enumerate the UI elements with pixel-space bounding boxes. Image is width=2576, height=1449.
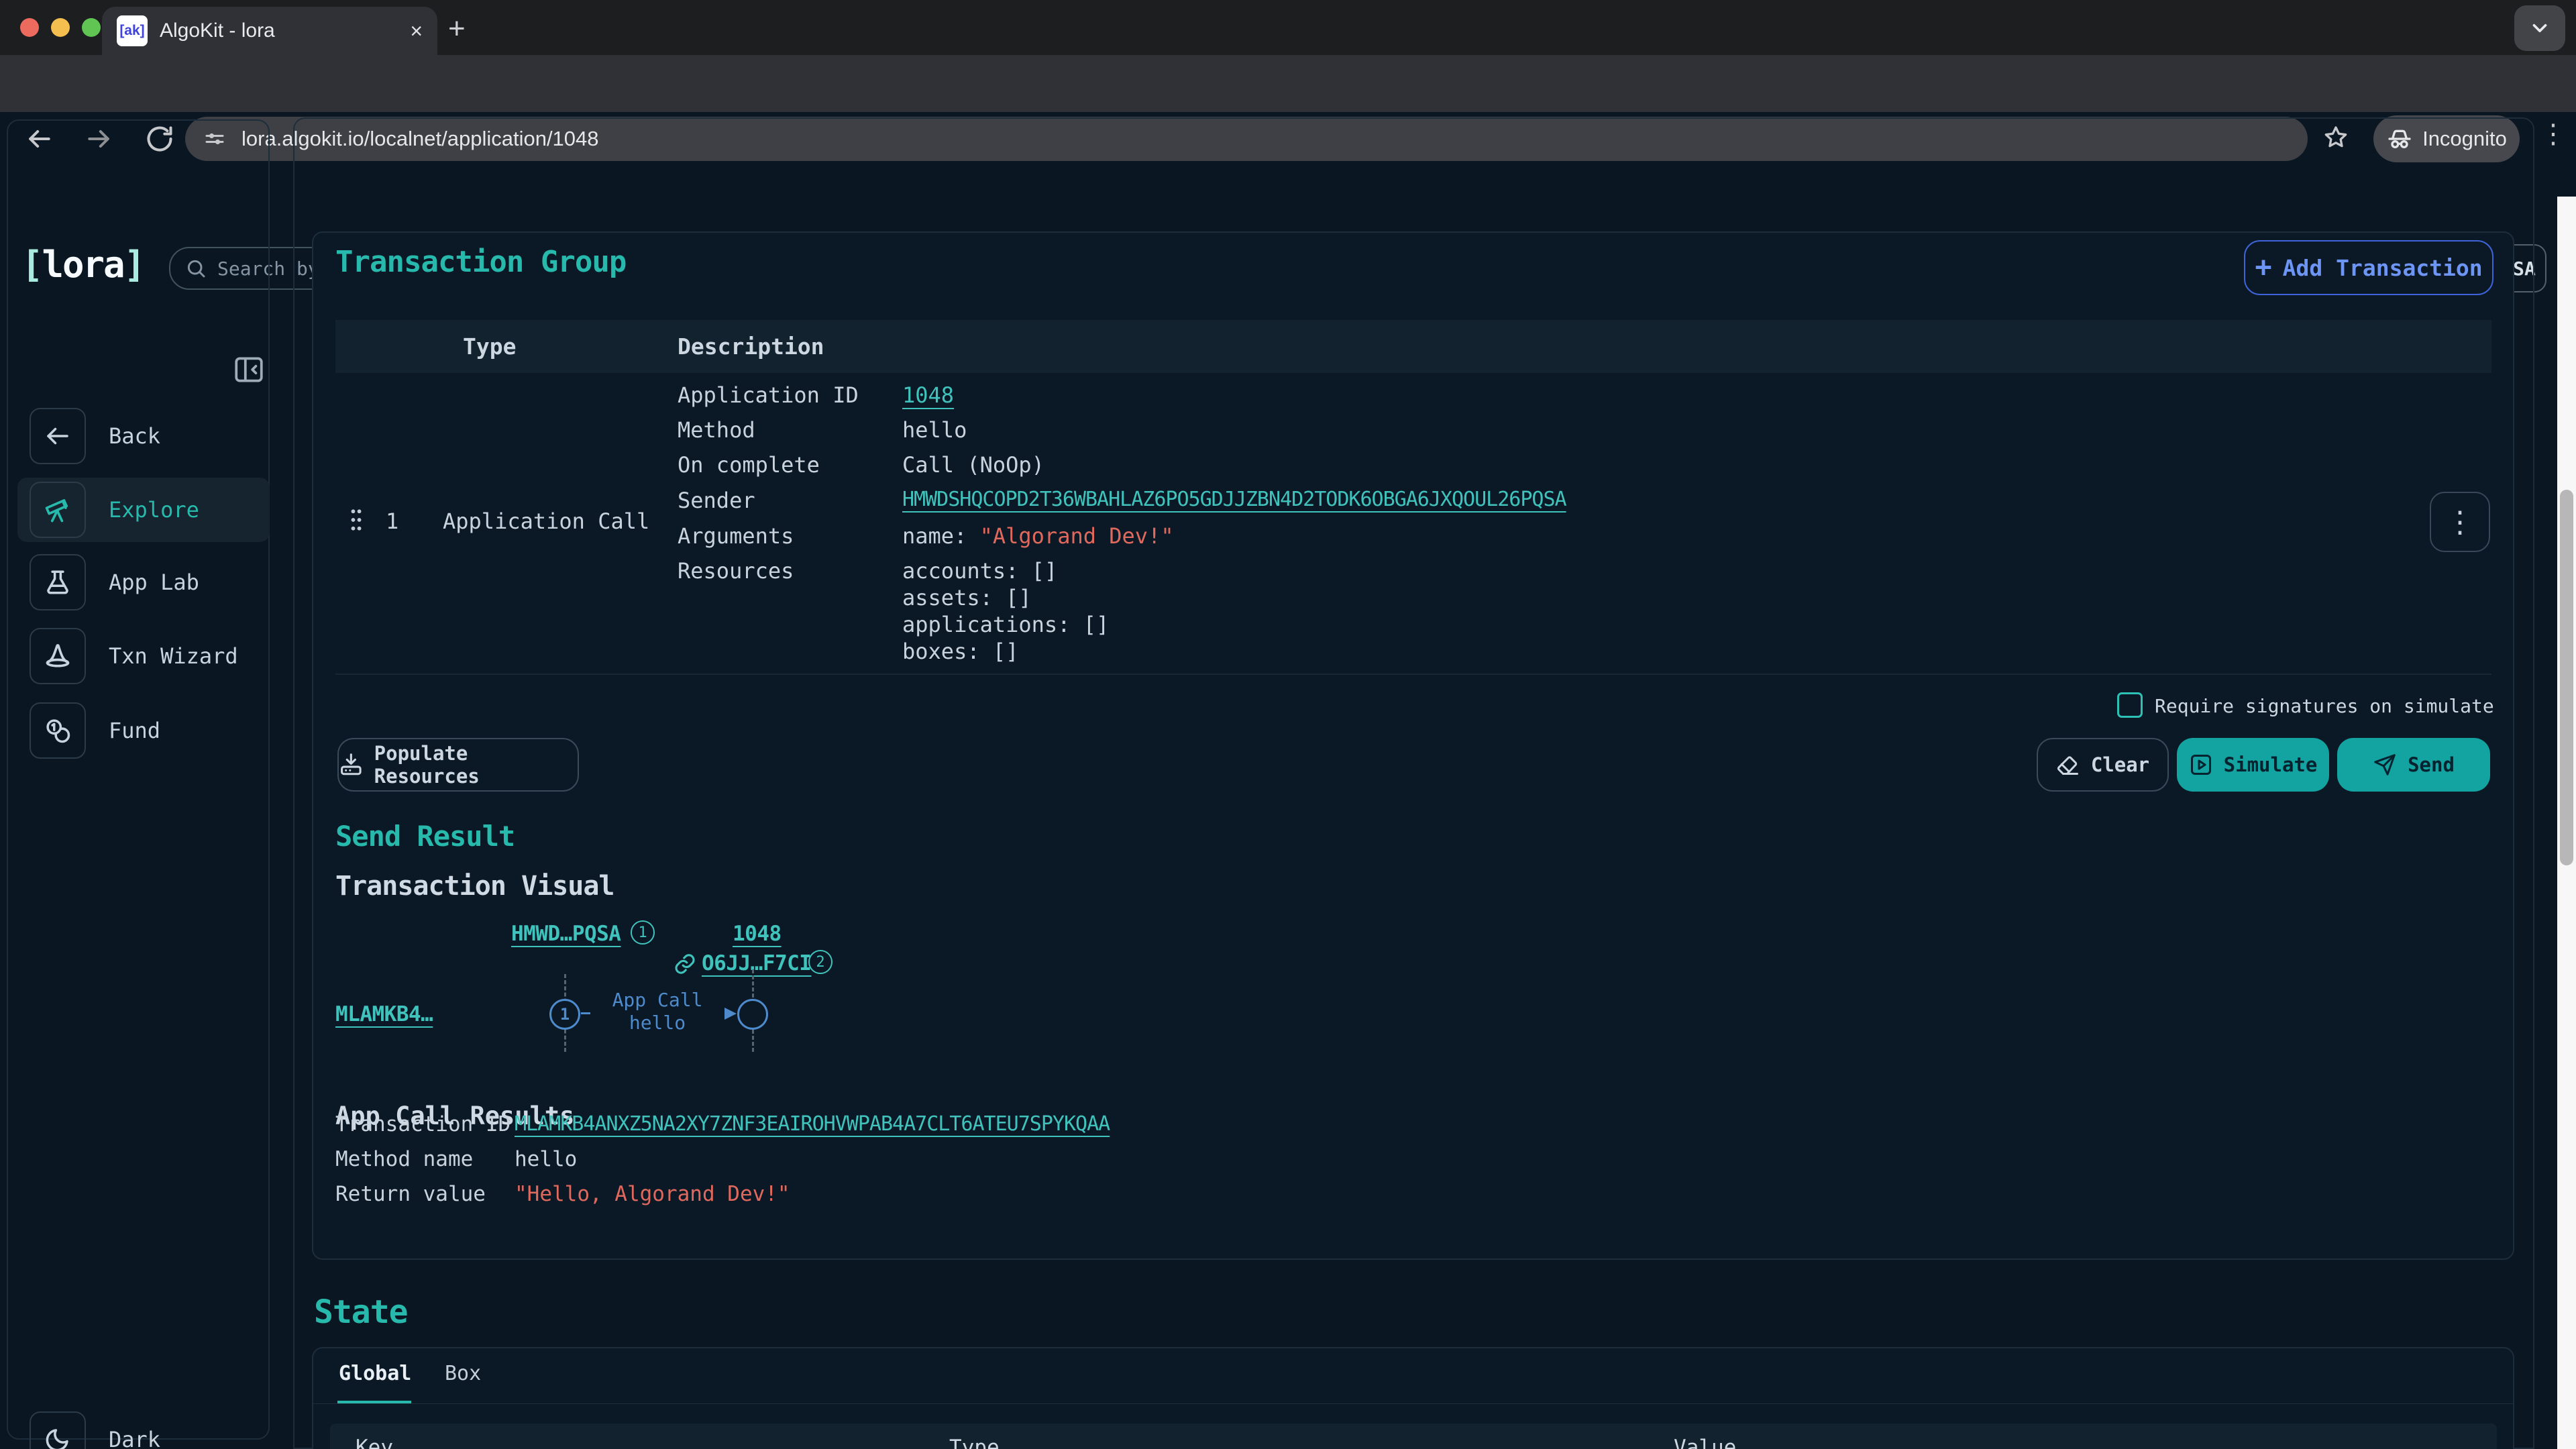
graph-to-node[interactable] [737, 999, 768, 1030]
sidebar-item-explore[interactable]: Explore [17, 478, 270, 542]
sidebar-item-txn-wizard[interactable]: Txn Wizard [17, 624, 270, 688]
application-id-link[interactable]: 1048 [902, 382, 954, 408]
tab-box[interactable]: Box [445, 1362, 481, 1385]
transaction-group-title: Transaction Group [335, 245, 626, 279]
transaction-id-link[interactable]: MLAMKB4ANXZ5NA2XY7ZNF3EAIROHVWPAB4A7CLT6… [515, 1112, 1110, 1136]
sidebar-item-back[interactable]: Back [17, 404, 270, 468]
send-icon [2373, 753, 2397, 777]
tabbar-divider [313, 1403, 2513, 1404]
sidebar: Back Explore App Lab Txn Wizard Fund [7, 119, 270, 1440]
window-close-button[interactable] [20, 18, 39, 37]
play-square-icon [2189, 753, 2213, 777]
drag-handle-icon[interactable] [349, 506, 364, 533]
arrow-left-icon [30, 408, 86, 464]
method-name-value: hello [515, 1147, 577, 1171]
result-label: Return value [335, 1182, 486, 1206]
eraser-icon [2056, 753, 2080, 777]
column-header-description: Description [678, 333, 824, 360]
download-icon [339, 752, 364, 777]
browser-tabstrip: [ak] AlgoKit - lora × + [0, 0, 2576, 55]
clear-button[interactable]: Clear [2037, 738, 2169, 792]
row-kebab-menu-button[interactable]: ⋮ [2430, 492, 2490, 552]
sender-badge: 1 [631, 920, 655, 945]
result-label: Transaction ID [335, 1112, 511, 1136]
graph-edge-label: App Callhello [590, 989, 724, 1034]
field-label: On complete [678, 452, 820, 478]
tab-title: AlgoKit - lora [160, 19, 398, 42]
browser-toolbar: lora.algokit.io/localnet/application/104… [0, 55, 2576, 112]
resources-assets: assets: [] [902, 585, 1032, 610]
new-tab-button[interactable]: + [448, 12, 466, 46]
tab-global[interactable]: Global [339, 1362, 411, 1385]
column-header-value: Value [1674, 1436, 1736, 1449]
row-divider [335, 674, 2491, 675]
field-label: Method [678, 417, 755, 443]
visual-sender-link[interactable]: HMWD…PQSA [511, 922, 621, 946]
graph-from-node[interactable]: 1 [549, 999, 580, 1030]
group-badge: 2 [808, 950, 833, 974]
column-header-type: Type [463, 333, 516, 360]
visual-txn-row-link[interactable]: MLAMKB4… [335, 1002, 433, 1026]
scrollbar-thumb[interactable] [2560, 490, 2573, 865]
coins-icon [30, 702, 86, 759]
send-result-title: Send Result [335, 820, 515, 853]
window-minimize-button[interactable] [51, 18, 70, 37]
browser-tab[interactable]: [ak] AlgoKit - lora × [102, 7, 437, 55]
on-complete-value: Call (NoOp) [902, 452, 1044, 478]
sidebar-item-theme-toggle[interactable]: Dark [17, 1407, 270, 1449]
transaction-index: 1 [386, 508, 398, 534]
field-label: Application ID [678, 382, 859, 408]
resources-accounts: accounts: [] [902, 558, 1057, 584]
state-title: State [314, 1293, 408, 1331]
sidebar-item-app-lab[interactable]: App Lab [17, 550, 270, 614]
flask-icon [30, 554, 86, 610]
method-value: hello [902, 417, 967, 443]
column-header-key: Key [356, 1436, 393, 1449]
plus-icon: + [2255, 250, 2271, 283]
visual-group-link[interactable]: O6JJ…F7CI [702, 951, 811, 975]
wizard-hat-icon [30, 628, 86, 684]
field-label: Resources [678, 558, 794, 584]
transaction-type: Application Call [443, 508, 649, 534]
resources-boxes: boxes: [] [902, 639, 1018, 664]
tab-close-icon[interactable]: × [410, 19, 423, 44]
tab-list-chevron-icon[interactable] [2514, 5, 2565, 51]
sidebar-item-fund[interactable]: Fund [17, 698, 270, 763]
tab-favicon: [ak] [117, 15, 148, 46]
field-label: Arguments [678, 523, 794, 549]
require-signatures-checkbox[interactable] [2117, 692, 2143, 718]
sidebar-collapse-icon[interactable] [232, 354, 266, 385]
add-transaction-button[interactable]: + Add Transaction [2244, 240, 2493, 295]
return-value: "Hello, Algorand Dev!" [515, 1182, 790, 1206]
field-label: Sender [678, 488, 755, 513]
sender-address-link[interactable]: HMWDSHQCOPD2T36WBAHLAZ6PO5GDJJZBN4D2TODK… [902, 488, 1566, 511]
window-maximize-button[interactable] [82, 18, 101, 37]
screen: [ak] AlgoKit - lora × + lora.algokit.io/… [0, 0, 2576, 1449]
link-icon [674, 953, 696, 975]
visual-app-link[interactable]: 1048 [733, 922, 782, 946]
populate-resources-button[interactable]: Populate Resources [337, 738, 579, 792]
arguments-value: name: "Algorand Dev!" [902, 523, 1174, 549]
moon-icon [30, 1411, 86, 1449]
simulate-button[interactable]: Simulate [2177, 738, 2329, 792]
telescope-icon [30, 482, 86, 538]
transaction-visual-title: Transaction Visual [335, 871, 614, 902]
transaction-table-header: Type Description [335, 320, 2491, 373]
state-table-header [330, 1424, 2497, 1449]
send-button[interactable]: Send [2337, 738, 2490, 792]
kebab-icon: ⋮ [2445, 505, 2475, 539]
resources-applications: applications: [] [902, 612, 1109, 637]
result-label: Method name [335, 1147, 473, 1171]
require-signatures-label: Require signatures on simulate [2155, 695, 2494, 717]
column-header-type: Type [949, 1436, 1000, 1449]
